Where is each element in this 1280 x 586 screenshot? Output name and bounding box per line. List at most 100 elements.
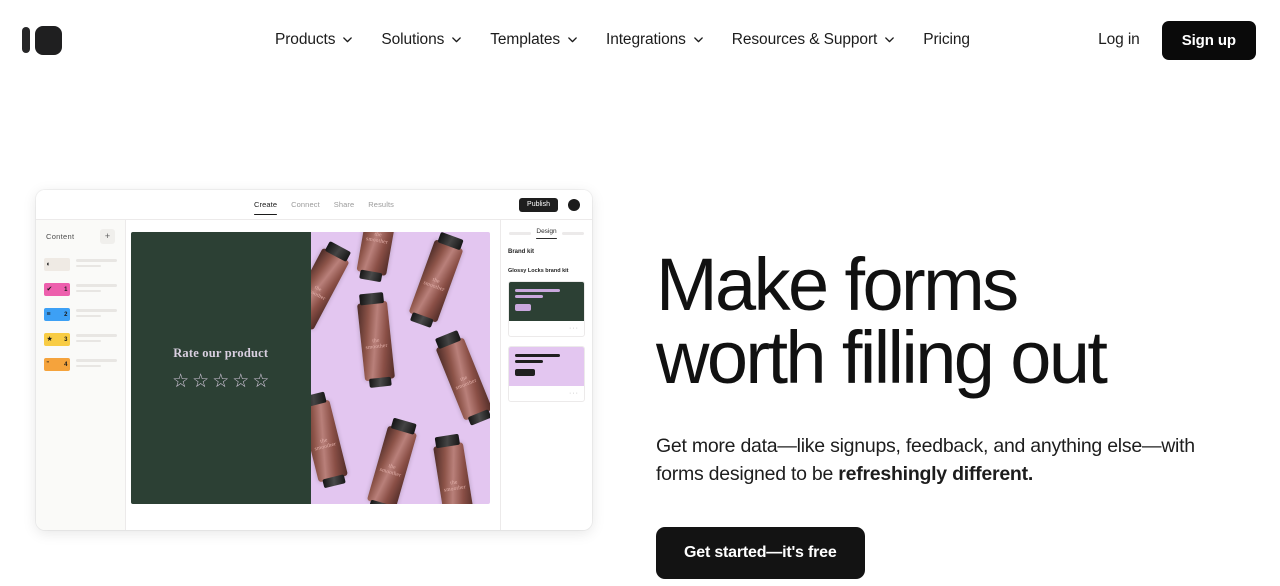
form-question-text: Rate our product <box>173 345 269 360</box>
question-number: 1 <box>64 286 68 293</box>
typeform-logo[interactable] <box>22 25 62 55</box>
star-icon[interactable]: ☆ <box>252 372 269 391</box>
page-title: Make forms worth filling out <box>656 248 1256 395</box>
get-started-button[interactable]: Get started—it's free <box>656 526 865 579</box>
add-question-button[interactable]: + <box>100 229 115 244</box>
headline-line-2: worth filling out <box>656 315 1108 399</box>
brand-kit-card-dark[interactable]: ··· <box>508 281 585 337</box>
placeholder-line <box>76 364 102 367</box>
publish-button[interactable]: Publish <box>519 197 558 212</box>
placeholder-line <box>76 289 102 292</box>
list-item[interactable]: ★ 3 <box>44 333 117 346</box>
nav-item-integrations[interactable]: Integrations <box>592 23 718 57</box>
bottle-label: the smoother <box>378 462 402 479</box>
placeholder-line <box>76 284 117 287</box>
panel-subheading: Glossy Locks brand kit <box>508 268 569 274</box>
placeholder-line <box>76 314 102 317</box>
bottle-label: the smoother <box>364 337 388 352</box>
star-icon[interactable]: ☆ <box>212 372 229 391</box>
nav-item-label: Templates <box>490 31 560 48</box>
placeholder-line <box>76 339 102 342</box>
product-bottle: the smoother <box>356 300 395 382</box>
mockup-tab-create[interactable]: Create <box>254 190 278 219</box>
swatch-line <box>515 360 543 363</box>
product-bottle: the smoother <box>408 239 463 323</box>
chevron-down-icon <box>451 34 462 45</box>
nav-item-solutions[interactable]: Solutions <box>367 23 476 57</box>
chevron-down-icon <box>342 34 353 45</box>
mockup-design-panel: Design Brand kit Glossy Locks brand kit … <box>500 220 592 530</box>
checkmark-icon: ✔ <box>46 286 53 293</box>
question-chip[interactable]: ✔ 1 <box>44 283 70 296</box>
placeholder-lines <box>76 309 117 320</box>
question-chip[interactable]: ◐ <box>44 258 70 271</box>
panel-tab-list: Design <box>508 228 585 239</box>
product-screenshot-card: Create Connect Share Results Publish Con… <box>36 190 592 530</box>
nav-item-templates[interactable]: Templates <box>476 23 592 57</box>
hero-subheading: Get more data—like signups, feedback, an… <box>656 432 1226 489</box>
welcome-screen-icon: ◐ <box>46 261 51 268</box>
list-item[interactable]: ◐ <box>44 258 117 271</box>
hero-section: Create Connect Share Results Publish Con… <box>0 80 1280 579</box>
mockup-tab-share[interactable]: Share <box>334 190 355 219</box>
login-link[interactable]: Log in <box>1094 25 1144 55</box>
nav-item-label: Pricing <box>923 31 970 48</box>
nav-item-label: Integrations <box>606 31 686 48</box>
star-icon[interactable]: ☆ <box>192 372 209 391</box>
swatch-line <box>515 295 543 298</box>
form-question-pane: Rate our product ☆ ☆ ☆ ☆ ☆ <box>131 232 311 504</box>
list-item[interactable]: ≡ 2 <box>44 308 117 321</box>
list-item[interactable]: ✔ 1 <box>44 283 117 296</box>
star-icon: ★ <box>46 336 53 343</box>
chevron-down-icon <box>693 34 704 45</box>
placeholder-line <box>76 334 117 337</box>
question-chip[interactable]: ≡ 2 <box>44 308 70 321</box>
question-chip[interactable]: ” 4 <box>44 358 70 371</box>
swatch-button <box>515 369 536 376</box>
bottle-label: the smoother <box>443 479 466 494</box>
star-icon[interactable]: ☆ <box>232 372 249 391</box>
panel-tab-design[interactable]: Design <box>536 228 557 239</box>
mockup-tab-results[interactable]: Results <box>368 190 394 219</box>
text-lines-icon: ≡ <box>46 311 51 318</box>
signup-button[interactable]: Sign up <box>1161 20 1256 60</box>
mockup-body: Content + ◐ ✔ 1 ≡ 2 ★ 3 ” 4 Rate our pro… <box>36 220 592 530</box>
mockup-topbar: Create Connect Share Results Publish <box>36 190 592 220</box>
quote-icon: ” <box>46 361 49 368</box>
star-icon[interactable]: ☆ <box>172 372 189 391</box>
mockup-tab-list: Create Connect Share Results <box>234 190 394 219</box>
placeholder-line <box>76 259 117 262</box>
panel-heading: Brand kit <box>508 249 535 255</box>
brand-kit-card-light[interactable]: ··· <box>508 346 585 402</box>
rating-stars[interactable]: ☆ ☆ ☆ ☆ ☆ <box>172 372 269 391</box>
avatar[interactable] <box>568 198 580 211</box>
product-bottle: the smoother <box>366 425 417 504</box>
placeholder-line <box>76 309 117 312</box>
brand-kit-overflow-menu[interactable]: ··· <box>509 386 584 401</box>
placeholder-lines <box>76 334 117 345</box>
question-number: 2 <box>64 311 68 318</box>
nav-item-resources-support[interactable]: Resources & Support <box>718 23 909 57</box>
nav-item-pricing[interactable]: Pricing <box>909 23 984 57</box>
product-bottle: the smoother <box>355 232 400 277</box>
bottle-label: the smoother <box>313 437 337 453</box>
bottle-label: the smoother <box>310 284 326 303</box>
nav-item-label: Products <box>275 31 336 48</box>
mockup-canvas: Rate our product ☆ ☆ ☆ ☆ ☆ the smoother t… <box>126 220 500 530</box>
panel-tab-placeholder[interactable] <box>509 232 532 235</box>
panel-tab-placeholder[interactable] <box>561 232 584 235</box>
question-chip[interactable]: ★ 3 <box>44 333 70 346</box>
bottle-label: the smoother <box>454 374 478 392</box>
mockup-tab-connect[interactable]: Connect <box>291 190 320 219</box>
question-number: 3 <box>64 336 68 343</box>
product-bottle: the smoother <box>434 337 490 421</box>
primary-nav-links: Products Solutions Templates Integration… <box>261 23 984 57</box>
top-navigation-bar: Products Solutions Templates Integration… <box>0 0 1280 80</box>
sidebar-title: Content <box>46 232 75 241</box>
nav-item-products[interactable]: Products <box>261 23 367 57</box>
form-preview[interactable]: Rate our product ☆ ☆ ☆ ☆ ☆ the smoother t… <box>131 232 490 504</box>
list-item[interactable]: ” 4 <box>44 358 117 371</box>
brand-kit-overflow-menu[interactable]: ··· <box>509 321 584 336</box>
swatch-button <box>515 304 532 311</box>
headline-line-1: Make forms <box>656 243 1019 326</box>
